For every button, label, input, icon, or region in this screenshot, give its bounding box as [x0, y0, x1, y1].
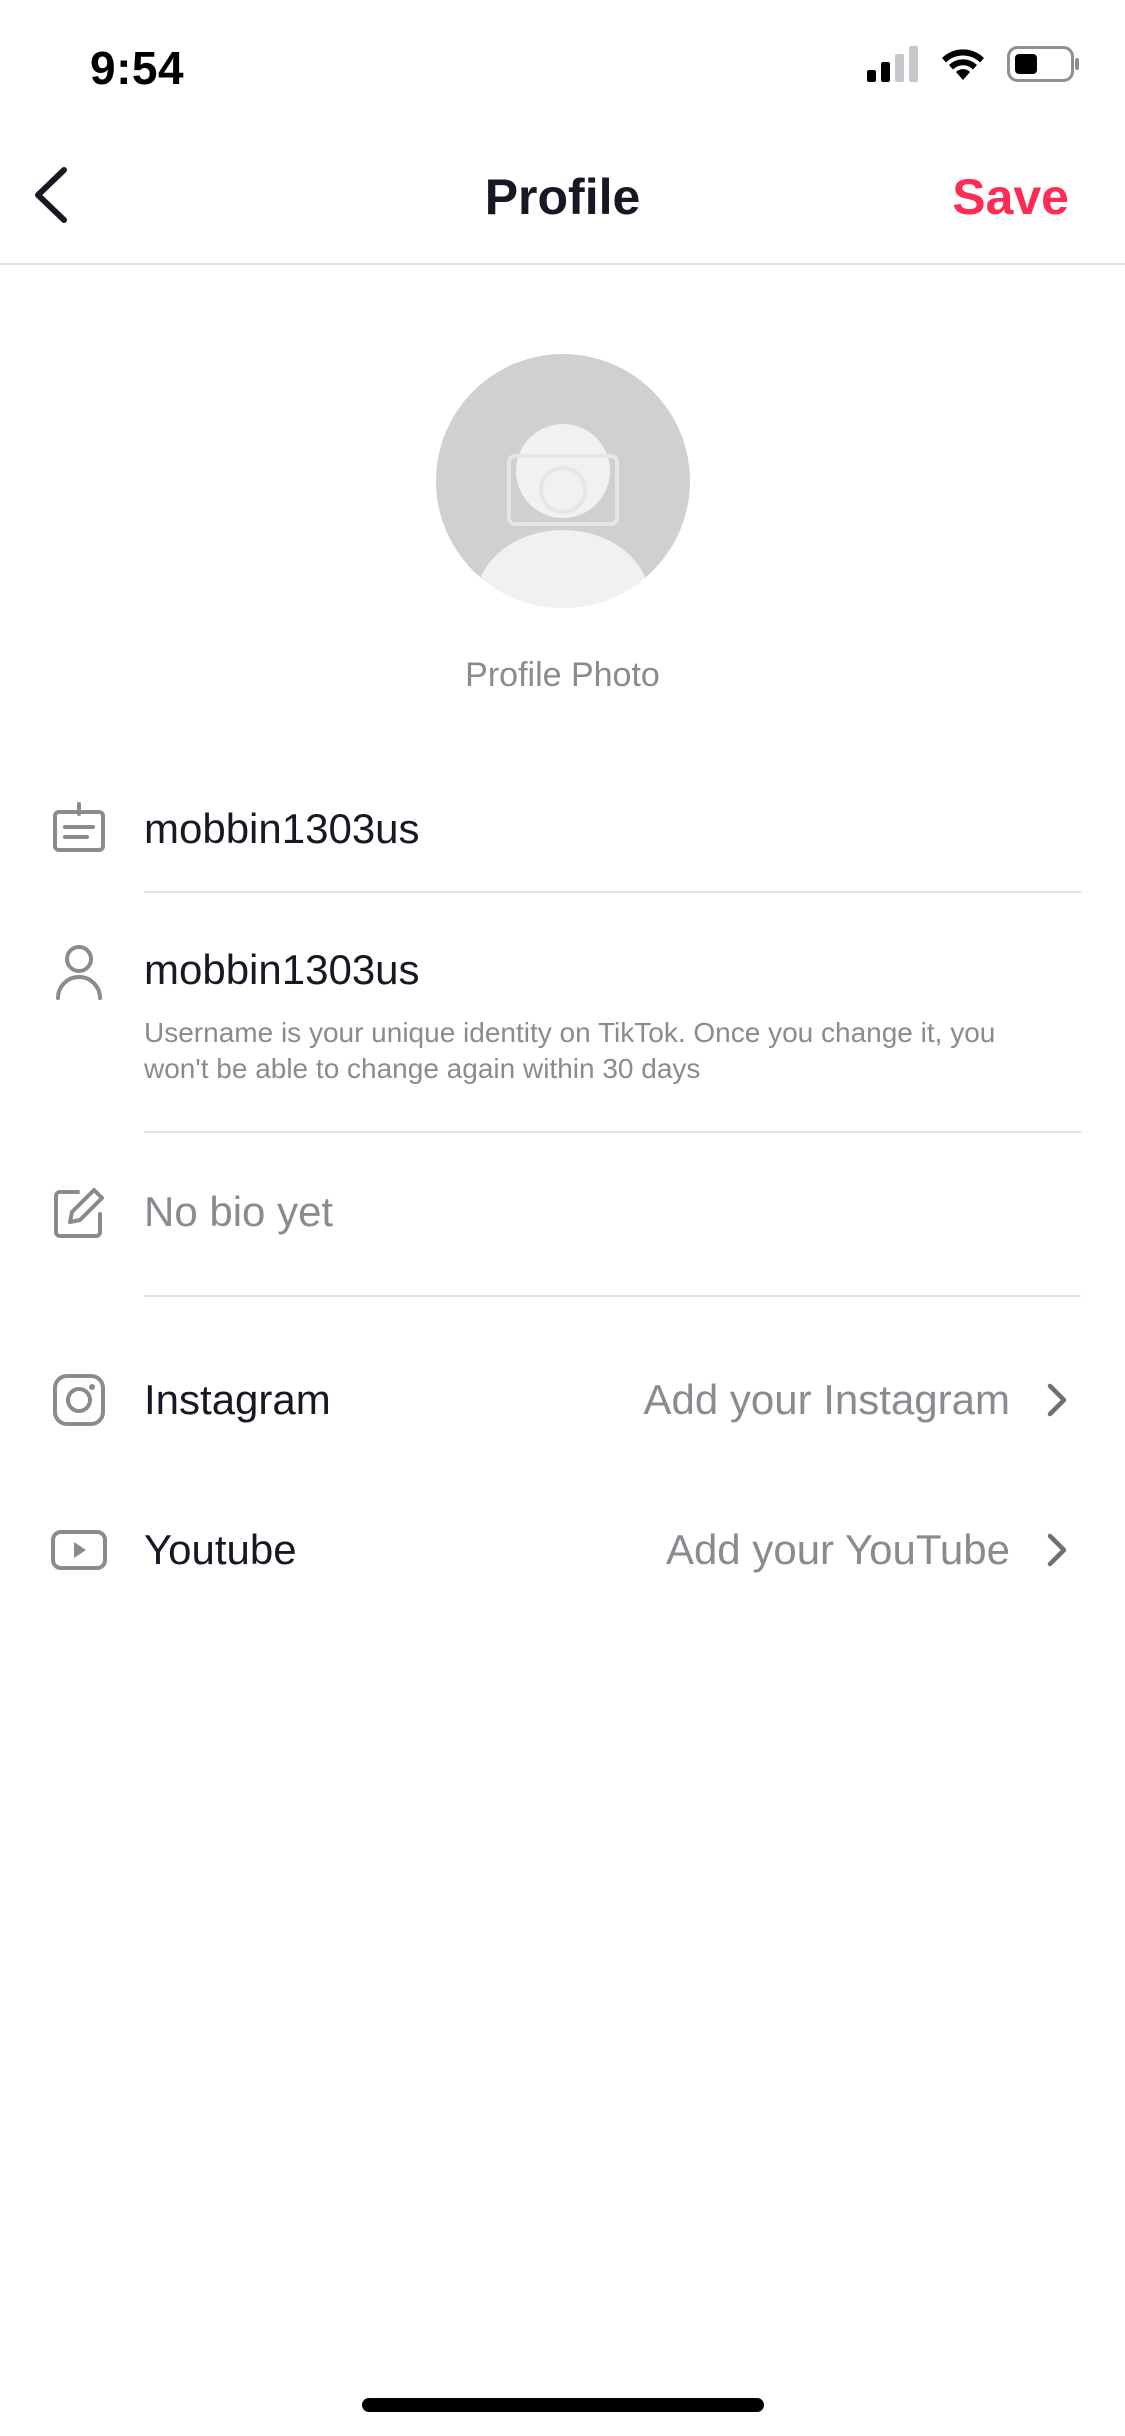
- person-icon: [56, 945, 102, 1000]
- username-note-line-2: won't be able to change again within 30 …: [144, 1053, 701, 1084]
- avatar-body: [476, 530, 650, 608]
- instagram-row[interactable]: Instagram Add your Instagram: [0, 1360, 1125, 1440]
- row-divider: [144, 1131, 1081, 1133]
- status-time: 9:54: [90, 42, 185, 94]
- cellular-signal-icon: [867, 46, 918, 82]
- instagram-icon: [53, 1374, 105, 1426]
- status-icons: [867, 46, 1081, 82]
- edit-icon: [54, 1188, 104, 1238]
- home-indicator[interactable]: [362, 2398, 764, 2412]
- username-field[interactable]: mobbin1303us: [144, 942, 420, 998]
- row-divider: [144, 891, 1081, 893]
- id-card-icon: [53, 802, 105, 852]
- username-note-line-1: Username is your unique identity on TikT…: [144, 1017, 996, 1048]
- youtube-icon: [51, 1530, 107, 1570]
- chevron-right-icon: [1047, 1533, 1067, 1567]
- youtube-label: Youtube: [144, 1526, 297, 1573]
- row-divider: [144, 1295, 1081, 1297]
- name-field[interactable]: mobbin1303us: [144, 801, 420, 857]
- avatar[interactable]: [436, 354, 690, 608]
- youtube-value: Add your YouTube: [665, 1526, 1010, 1573]
- nav-divider: [0, 263, 1125, 265]
- wifi-icon: [942, 49, 984, 80]
- youtube-row[interactable]: Youtube Add your YouTube: [0, 1510, 1125, 1590]
- profile-photo-caption[interactable]: Profile Photo: [0, 652, 1125, 698]
- instagram-label: Instagram: [144, 1376, 331, 1423]
- save-button[interactable]: Save: [952, 162, 1069, 232]
- instagram-value: Add your Instagram: [643, 1376, 1010, 1423]
- chevron-right-icon: [1047, 1383, 1067, 1417]
- bio-field[interactable]: No bio yet: [144, 1184, 333, 1240]
- battery-icon: [1007, 46, 1079, 82]
- camera-icon: [507, 454, 619, 526]
